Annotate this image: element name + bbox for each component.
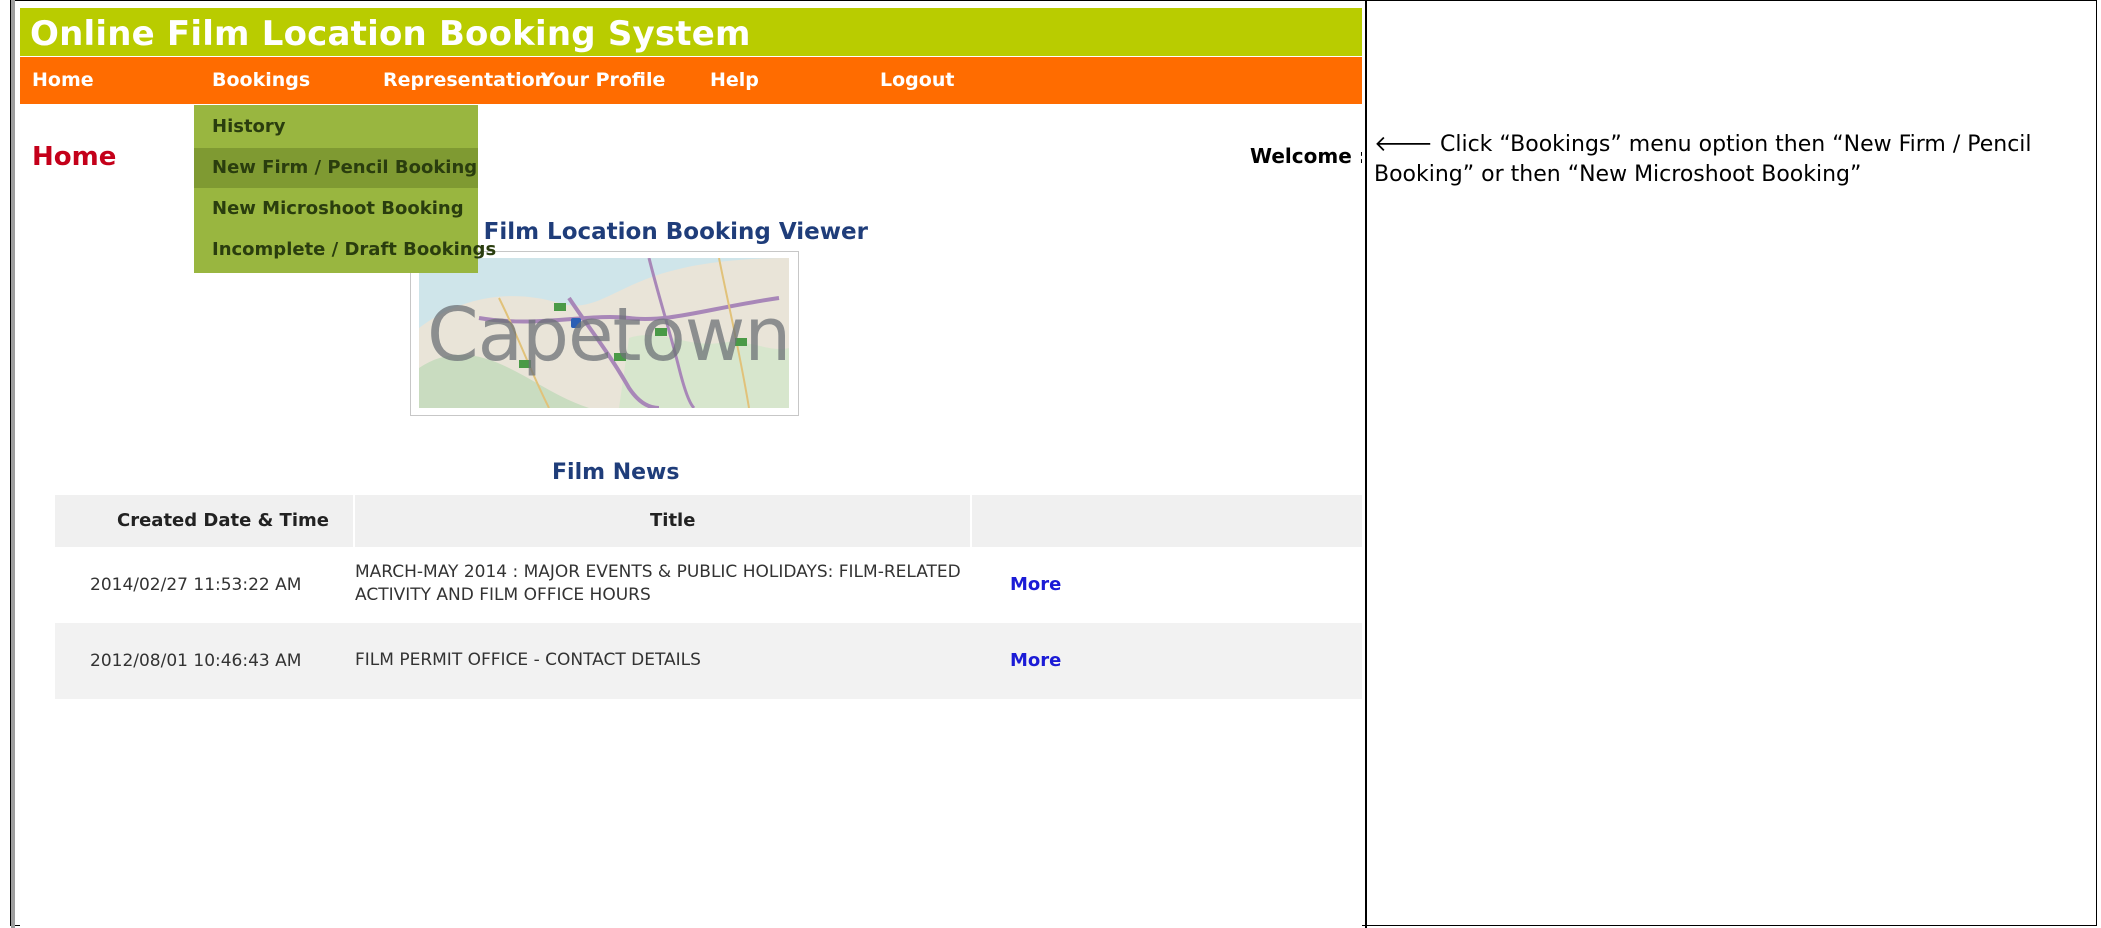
page-title: Home <box>32 142 117 172</box>
app-screenshot: Online Film Location Booking System Home… <box>20 8 1362 928</box>
column-divider <box>353 495 355 547</box>
nav-help[interactable]: Help <box>710 57 759 104</box>
instruction-text: 🡐 Click “Bookings” menu option then “New… <box>1374 130 2084 190</box>
table-row: 2014/02/27 11:53:22 AM MARCH-MAY 2014 : … <box>55 547 1362 623</box>
film-news-title: Film News <box>552 460 680 485</box>
map-viewer[interactable]: Capetown <box>410 251 799 416</box>
app-title: Online Film Location Booking System <box>30 14 751 54</box>
column-header-created[interactable]: Created Date & Time <box>117 495 329 547</box>
bookings-dropdown-menu: History New Firm / Pencil Booking New Mi… <box>194 105 496 273</box>
news-title-cell: FILM PERMIT OFFICE - CONTACT DETAILS <box>355 650 701 670</box>
nav-home[interactable]: Home <box>32 57 94 104</box>
news-title-cell: MARCH-MAY 2014 : MAJOR EVENTS & PUBLIC H… <box>355 562 961 605</box>
map-image[interactable]: Capetown <box>419 258 789 408</box>
menu-item-incomplete-draft-bookings[interactable]: Incomplete / Draft Bookings <box>194 230 496 270</box>
main-nav: Home Bookings Representation Your Profil… <box>20 57 1362 104</box>
table-left-border <box>11 0 15 928</box>
nav-logout[interactable]: Logout <box>880 57 954 104</box>
more-link[interactable]: More <box>1010 623 1061 699</box>
viewer-title: e Film Location Booking Viewer <box>460 219 868 245</box>
welcome-text: Welcome : <box>1250 144 1362 168</box>
map-city-label: Capetown <box>427 292 789 378</box>
news-date: 2012/08/01 10:46:43 AM <box>90 651 302 671</box>
nav-representation[interactable]: Representation <box>383 57 548 104</box>
nav-bookings[interactable]: Bookings <box>212 57 310 104</box>
left-arrow-icon: 🡐 <box>1374 132 1433 157</box>
column-divider <box>970 495 972 547</box>
news-table-header: Created Date & Time Title <box>55 495 1362 547</box>
news-date: 2014/02/27 11:53:22 AM <box>90 575 302 595</box>
nav-your-profile[interactable]: Your Profile <box>541 57 665 104</box>
menu-item-new-microshoot-booking[interactable]: New Microshoot Booking <box>194 189 478 229</box>
menu-item-new-firm-pencil-booking[interactable]: New Firm / Pencil Booking <box>194 148 478 188</box>
table-column-divider <box>1365 0 1367 928</box>
instruction-body: Click “Bookings” menu option then “New F… <box>1374 132 2032 187</box>
menu-item-history[interactable]: History <box>194 107 478 147</box>
column-header-title[interactable]: Title <box>650 495 695 547</box>
more-link[interactable]: More <box>1010 547 1061 623</box>
table-row: 2012/08/01 10:46:43 AM FILM PERMIT OFFIC… <box>55 623 1362 699</box>
title-bar: Online Film Location Booking System <box>20 8 1362 56</box>
